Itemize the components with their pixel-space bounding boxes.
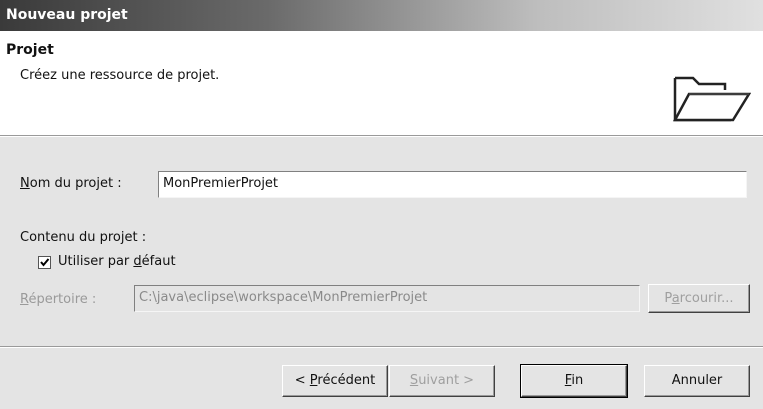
browse-label-before: P [664, 291, 672, 306]
banner-separator [0, 136, 763, 137]
finish-label-after: in [571, 373, 584, 388]
use-default-label-accel: d [133, 254, 142, 269]
use-default-checkbox[interactable] [38, 256, 51, 269]
use-default-label[interactable]: Utiliser par défaut [58, 254, 176, 269]
wizard-banner: Projet Créez une ressource de projet. [0, 31, 763, 136]
banner-description: Créez une ressource de projet. [20, 68, 220, 83]
next-label-after: uivant > [418, 373, 475, 388]
new-project-dialog: Nouveau projet Projet Créez une ressourc… [0, 0, 763, 409]
banner-title: Projet [6, 42, 54, 58]
back-label-after: récédent [317, 373, 376, 388]
checkmark-icon [40, 258, 50, 267]
finish-button[interactable]: Fin [520, 364, 628, 398]
directory-label-rest: épertoire : [28, 292, 97, 307]
cancel-button[interactable]: Annuler [644, 365, 750, 397]
project-name-input[interactable]: MonPremierProjet [158, 171, 747, 198]
next-button[interactable]: Suivant > [389, 365, 495, 397]
browse-label-accel: a [671, 291, 680, 306]
use-default-label-after: éfaut [141, 254, 176, 269]
project-name-label-rest: om du projet : [29, 176, 122, 191]
project-content-label: Contenu du projet : [20, 230, 147, 245]
next-label-accel: S [409, 373, 419, 388]
project-name-label-accel: N [20, 176, 30, 191]
directory-label: Répertoire : [20, 292, 96, 307]
browse-label-after: rcourir... [679, 291, 734, 306]
back-button[interactable]: < Précédent [282, 365, 388, 397]
folder-icon [672, 76, 751, 122]
footer-separator [0, 346, 763, 348]
browse-button[interactable]: Parcourir... [648, 284, 750, 313]
window-title: Nouveau projet [0, 0, 763, 31]
project-name-label: Nom du projet : [20, 176, 122, 191]
use-default-label-before: Utiliser par [58, 254, 134, 269]
directory-input[interactable]: C:\java\eclipse\workspace\MonPremierProj… [134, 285, 640, 312]
back-label-before: < [294, 373, 310, 388]
